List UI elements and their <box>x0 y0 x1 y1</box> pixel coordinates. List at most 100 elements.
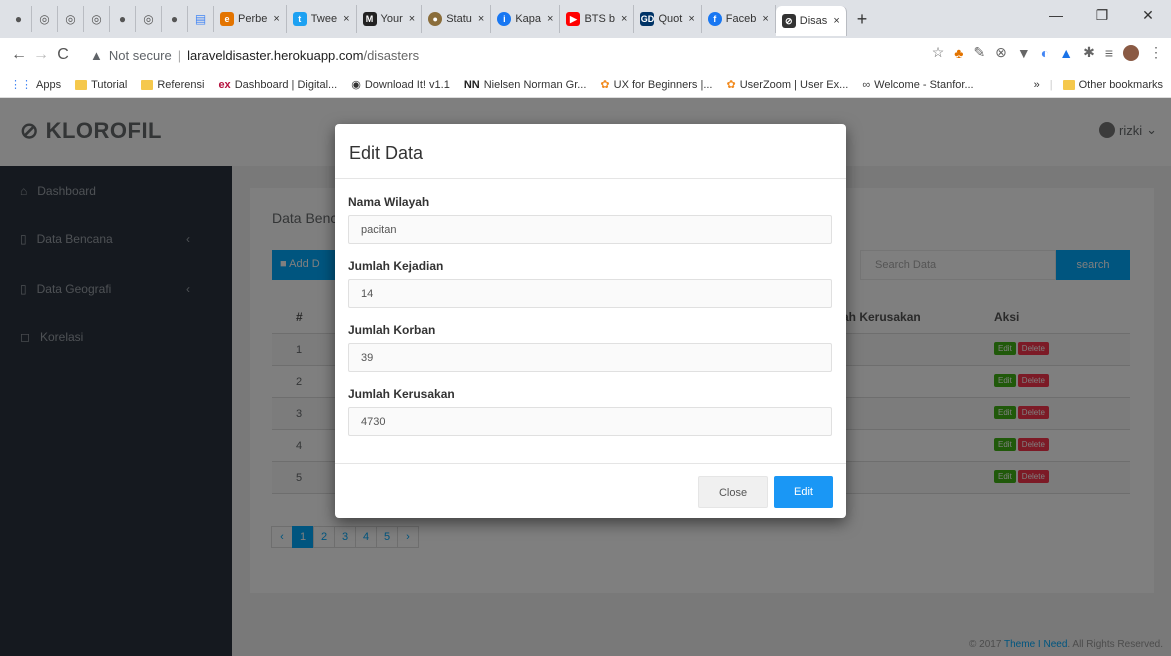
pinned-tab-1[interactable]: ● <box>6 6 32 32</box>
extension-icon[interactable]: ♣ <box>954 45 963 61</box>
tab-label: Your <box>380 13 403 25</box>
extension-icon[interactable]: ⊗ <box>995 44 1007 61</box>
tab-close-icon[interactable]: × <box>621 13 627 25</box>
pinned-tab-6[interactable]: ◎ <box>136 6 162 32</box>
bookmark-link[interactable]: ex Dashboard | Digital... <box>218 79 337 91</box>
nama-wilayah-input[interactable]: pacitan <box>348 215 832 244</box>
tab-label: Quot <box>658 13 683 25</box>
bookmark-label: Apps <box>36 78 62 91</box>
close-button[interactable]: Close <box>698 476 768 508</box>
tab-close-icon[interactable]: × <box>762 13 768 25</box>
browser-tab[interactable]: f Faceb × <box>702 5 776 33</box>
reload-icon[interactable]: C <box>52 46 74 64</box>
bookmark-link[interactable]: NN Nielsen Norman Gr... <box>464 79 587 91</box>
pinned-tab-3[interactable]: ◎ <box>58 6 84 32</box>
tab-label: Kapa <box>515 13 542 25</box>
extensions-puzzle-icon[interactable]: ✱ <box>1083 44 1095 61</box>
bookmark-apps[interactable]: ⋮⋮ Apps <box>10 78 62 92</box>
bookmark-label: Welcome - Stanfor... <box>874 78 974 91</box>
tab-label: Perbe <box>238 13 268 25</box>
tab-close-icon[interactable]: × <box>688 13 694 25</box>
browser-tab[interactable]: GD Quot × <box>634 5 702 33</box>
bookmark-link[interactable]: ✿ UX for Beginners |... <box>600 78 712 92</box>
pinned-tab-8[interactable]: ▤ <box>188 6 214 32</box>
edit-submit-button[interactable]: Edit <box>774 476 833 508</box>
pinned-tab-2[interactable]: ◎ <box>32 6 58 32</box>
minimize-icon[interactable]: — <box>1033 0 1079 30</box>
tab-favicon: i <box>497 12 512 26</box>
browser-tab-strip: ● ◎ ◎ ◎ ● ◎ ● ▤ e Perbe × t Twee × M Your × ● S… <box>0 0 1171 38</box>
tab-close-icon[interactable]: × <box>273 13 279 25</box>
userzoom-icon: ✿ <box>726 79 736 91</box>
url-path: /disasters <box>363 47 420 63</box>
tab-close-icon[interactable]: × <box>833 15 839 27</box>
tab-label: Twee <box>310 13 338 25</box>
more-bookmarks-icon[interactable]: » <box>1034 79 1040 91</box>
tab-close-icon[interactable]: × <box>409 13 415 25</box>
warning-icon: ▲ <box>90 47 103 63</box>
browser-tab[interactable]: e Perbe × <box>214 5 287 33</box>
folder-icon <box>1062 79 1075 90</box>
url-field[interactable]: ▲ Not secure | laraveldisaster.herokuapp… <box>80 42 925 68</box>
tab-favicon: f <box>707 12 722 26</box>
tab-label: Faceb <box>725 13 757 25</box>
bookmark-link[interactable]: ✿ UserZoom | User Ex... <box>726 78 849 92</box>
tab-close-icon[interactable]: × <box>343 13 349 25</box>
modal-title: Edit Data <box>349 143 424 163</box>
tab-favicon: ▶ <box>566 12 581 26</box>
extension-icon[interactable]: ▲ <box>1059 45 1073 61</box>
bookmark-label: Referensi <box>157 78 205 91</box>
back-icon[interactable]: ← <box>8 46 30 64</box>
folder-icon <box>141 79 154 90</box>
browser-tab-active[interactable]: ⊘ Disas × <box>775 6 847 36</box>
tab-close-icon[interactable]: × <box>478 13 484 25</box>
browser-tab[interactable]: ● Statu × <box>422 5 492 33</box>
reading-list-icon[interactable]: ≡ <box>1105 45 1113 61</box>
pinned-tab-7[interactable]: ● <box>162 6 188 32</box>
jumlah-kejadian-input[interactable]: 14 <box>348 279 832 308</box>
bookmark-label: UserZoom | User Ex... <box>739 78 849 91</box>
other-bookmarks[interactable]: Other bookmarks <box>1062 78 1163 91</box>
jumlah-kerusakan-input[interactable]: 4730 <box>348 407 832 436</box>
bookmarks-bar: ⋮⋮ Apps Tutorial Referensi ex Dashboard | … <box>0 72 1171 98</box>
browser-tab[interactable]: i Kapa × <box>491 5 561 33</box>
ux-icon: ✿ <box>600 79 610 91</box>
tab-favicon: ⊘ <box>781 14 796 28</box>
extension-icon[interactable]: ✎ <box>973 44 985 61</box>
tab-favicon: t <box>292 12 307 26</box>
new-tab-button[interactable]: + <box>847 9 878 30</box>
bookmark-label: Download It! v1.1 <box>364 78 450 91</box>
jumlah-korban-input[interactable]: 39 <box>348 343 832 372</box>
restore-icon[interactable]: ❐ <box>1079 0 1125 30</box>
bookmark-link[interactable]: ◉ Download It! v1.1 <box>351 78 450 92</box>
close-window-icon[interactable]: ✕ <box>1125 0 1171 30</box>
window-controls: — ❐ ✕ <box>1033 0 1171 30</box>
forward-icon[interactable]: → <box>30 46 52 64</box>
bookmark-star-icon[interactable]: ☆ <box>932 44 945 61</box>
field-label-nama-wilayah: Nama Wilayah <box>348 195 430 209</box>
bookmark-link[interactable]: ∞ Welcome - Stanfor... <box>862 79 973 91</box>
browser-tab[interactable]: M Your × <box>357 5 423 33</box>
bookmark-label: Other bookmarks <box>1078 78 1163 91</box>
tab-label: Statu <box>446 13 472 25</box>
pinned-tab-5[interactable]: ● <box>110 6 136 32</box>
bookmark-label: Tutorial <box>91 78 128 91</box>
extension-icon[interactable]: ◐ <box>1041 45 1049 61</box>
extension-toolbar: ☆ ♣ ✎ ⊗ ▼ ◐ ▲ ✱ ≡ ⋮ <box>932 44 1163 61</box>
edx-icon: ex <box>218 78 231 91</box>
pinned-tabs: ● ◎ ◎ ◎ ● ◎ ● ▤ <box>6 6 214 32</box>
profile-avatar-icon[interactable] <box>1123 44 1139 61</box>
bookmark-folder[interactable]: Referensi <box>141 79 204 91</box>
bookmark-label: Dashboard | Digital... <box>234 78 338 91</box>
browser-tab[interactable]: t Twee × <box>287 5 357 33</box>
field-label-jumlah-kerusakan: Jumlah Kerusakan <box>348 387 455 401</box>
tab-favicon: e <box>220 12 234 26</box>
security-status: Not secure <box>108 47 172 63</box>
pinned-tab-4[interactable]: ◎ <box>84 6 110 32</box>
bookmark-divider: | <box>1049 78 1053 91</box>
menu-kebab-icon[interactable]: ⋮ <box>1149 44 1163 61</box>
extension-icon[interactable]: ▼ <box>1017 45 1031 61</box>
tab-close-icon[interactable]: × <box>547 13 553 25</box>
bookmark-folder[interactable]: Tutorial <box>75 79 127 91</box>
browser-tab[interactable]: ▶ BTS b × <box>560 5 635 33</box>
